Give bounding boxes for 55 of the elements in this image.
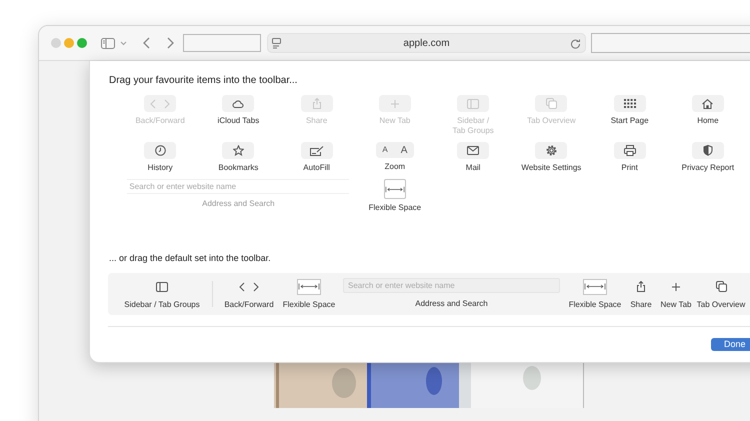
reload-icon[interactable] xyxy=(570,38,581,49)
toolbar-item[interactable]: Home xyxy=(692,95,724,136)
minimize-button[interactable] xyxy=(64,38,74,48)
tabs-icon xyxy=(716,281,726,292)
sidebar-icon[interactable] xyxy=(101,38,115,48)
flexible-space-icon xyxy=(584,282,606,291)
plus-icon xyxy=(390,98,400,108)
page-menu-icon[interactable] xyxy=(272,38,282,49)
back-icon[interactable] xyxy=(143,37,150,49)
field-label: Address and Search xyxy=(415,298,488,310)
address-bar[interactable]: apple.com xyxy=(267,33,586,53)
share-icon xyxy=(312,98,322,109)
star-icon xyxy=(232,145,244,156)
sidebar-icon xyxy=(467,98,480,108)
tabs-icon xyxy=(546,98,557,109)
flexible-space-icon xyxy=(298,282,320,291)
grid-icon xyxy=(624,99,636,108)
toolbar-item[interactable]: Back/Forward xyxy=(217,278,281,310)
forward-icon[interactable] xyxy=(167,37,174,49)
address-field[interactable]: Search or enter website name xyxy=(343,278,560,293)
toolbar-item[interactable]: Flexible Space xyxy=(281,278,337,310)
sidebar-icon xyxy=(156,282,168,292)
sheet-heading: ... or drag the default set into the toolbar. xyxy=(109,252,271,265)
envelope-icon xyxy=(467,146,480,155)
shield-icon xyxy=(702,145,713,156)
back-forward-icon xyxy=(237,282,261,292)
home-icon xyxy=(702,98,714,108)
toolbar-item[interactable]: Flexible Space xyxy=(368,179,422,213)
plus-icon xyxy=(671,282,681,292)
sheet-heading: Drag your favourite items into the toolbar... xyxy=(109,74,298,88)
toolbar-item[interactable]: Share xyxy=(624,278,658,310)
zoom-button[interactable] xyxy=(77,38,87,48)
cloud-icon xyxy=(232,98,244,108)
address-field: Search or enter website name xyxy=(127,179,350,194)
flexible-space-icon xyxy=(384,184,405,194)
toolbar-item[interactable]: Privacy Report xyxy=(682,142,734,173)
toolbar-item[interactable]: Tab Overview xyxy=(694,278,748,310)
toolbar-item[interactable]: Bookmarks xyxy=(218,142,258,173)
share-icon xyxy=(636,281,646,292)
gear-icon xyxy=(546,145,557,156)
toolbar-item[interactable]: Flexible Space xyxy=(566,278,624,310)
printer-icon xyxy=(624,145,636,156)
toolbar-item[interactable]: New Tab xyxy=(658,278,694,310)
chevron-down-icon[interactable] xyxy=(120,40,127,46)
toolbar-item[interactable]: Sidebar / Tab Groups xyxy=(116,278,208,310)
toolbar-item[interactable]: Website Settings xyxy=(521,142,582,173)
pencil-card-icon xyxy=(310,146,324,156)
default-toolbar-set[interactable]: Sidebar / Tab Groups Back/Forward Flexible Space Search or enter website name Address and Search Flexible Space Share New Tab Tab Overview xyxy=(108,273,750,315)
field-label: Address and Search xyxy=(202,198,275,210)
clock-icon xyxy=(154,145,166,156)
address-text: apple.com xyxy=(403,36,450,50)
toolbar-item[interactable]: Start Page xyxy=(610,95,649,136)
toolbar-item[interactable]: iCloud Tabs xyxy=(218,95,260,136)
done-button[interactable]: Done xyxy=(711,338,750,351)
back-forward-icon xyxy=(148,98,172,108)
